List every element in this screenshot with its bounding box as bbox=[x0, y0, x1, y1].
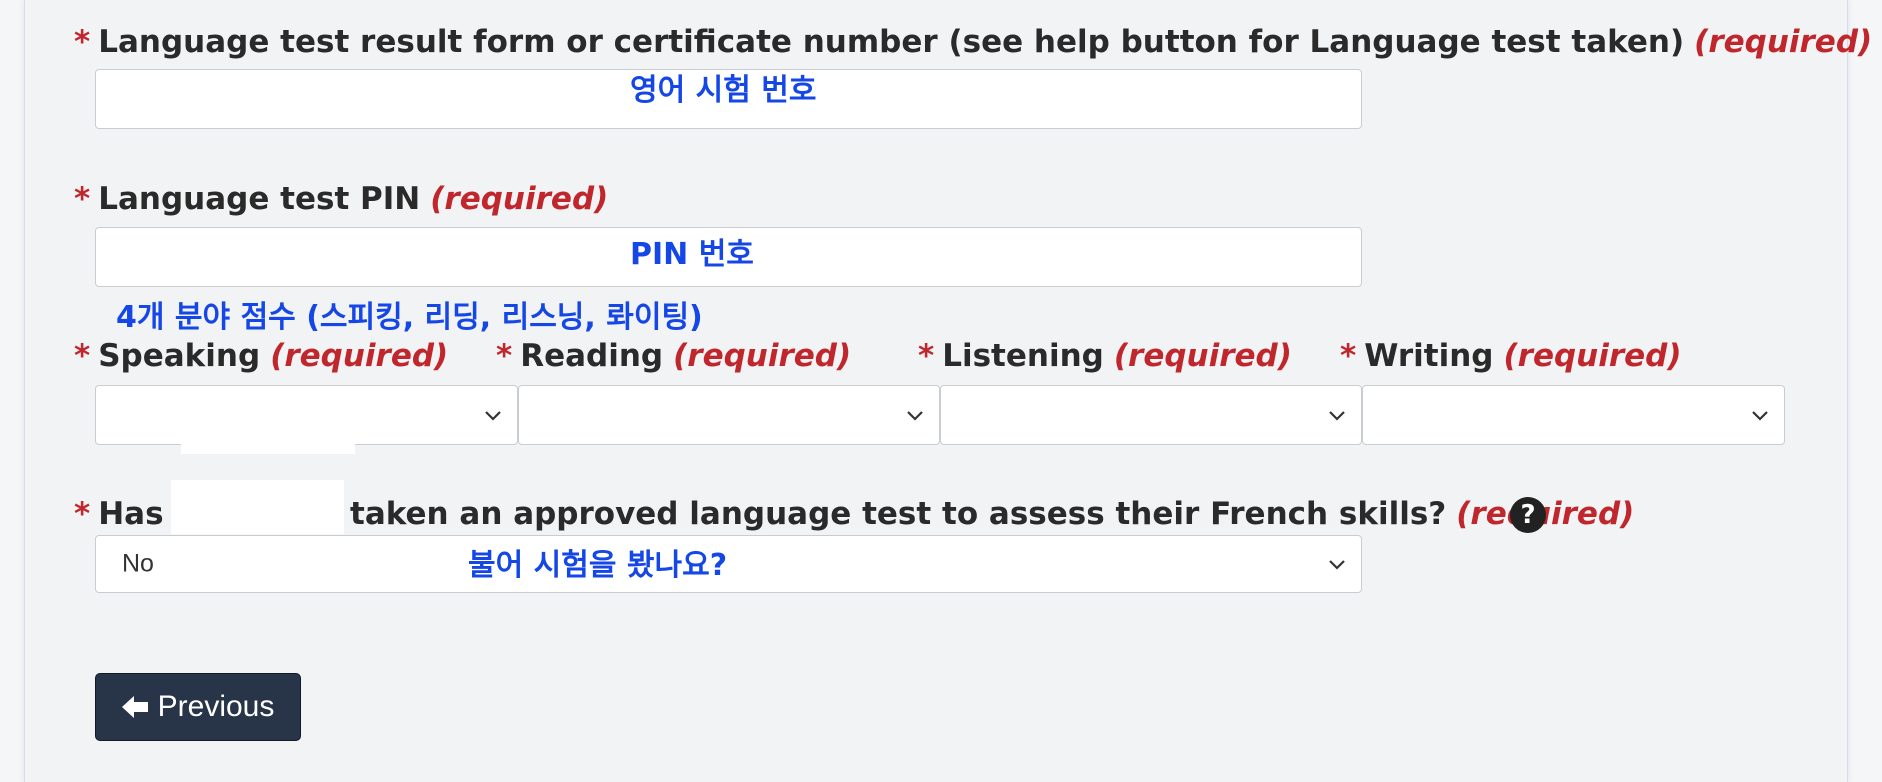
french-label-end: taken an approved language test to asses… bbox=[350, 496, 1447, 532]
required-star: * bbox=[496, 338, 513, 374]
required-marker: (required) bbox=[1113, 338, 1292, 374]
chevron-down-icon bbox=[907, 411, 923, 421]
speaking-label: * Speaking (required) bbox=[74, 341, 448, 372]
writing-select[interactable] bbox=[1362, 385, 1785, 445]
certificate-annotation: 영어 시험 번호 bbox=[630, 73, 817, 108]
french-test-annotation: 불어 시험을 봤나요? bbox=[468, 548, 728, 583]
required-marker: (required) bbox=[1694, 24, 1873, 60]
required-star: * bbox=[74, 496, 91, 532]
required-marker: (required) bbox=[1503, 338, 1682, 374]
pin-label: * Language test PIN (required) bbox=[74, 184, 608, 215]
redaction-block bbox=[181, 420, 355, 454]
previous-button[interactable]: Previous bbox=[95, 673, 301, 741]
required-star: * bbox=[74, 338, 91, 374]
chevron-down-icon bbox=[485, 411, 501, 421]
pin-annotation: PIN 번호 bbox=[630, 237, 754, 272]
previous-button-label: Previous bbox=[157, 690, 275, 723]
chevron-down-icon bbox=[1752, 411, 1768, 421]
french-test-label: * Has bbox=[74, 499, 164, 530]
reading-label-text: Reading bbox=[520, 338, 664, 374]
writing-label: * Writing (required) bbox=[1340, 341, 1682, 372]
reading-label: * Reading (required) bbox=[496, 341, 851, 372]
french-test-select[interactable]: No bbox=[95, 535, 1362, 593]
speaking-label-text: Speaking bbox=[98, 338, 261, 374]
certificate-label-text: Language test result form or certificate… bbox=[98, 24, 1685, 60]
certificate-label: * Language test result form or certificat… bbox=[74, 27, 1872, 58]
required-marker: (required) bbox=[430, 181, 609, 217]
writing-label-text: Writing bbox=[1364, 338, 1494, 374]
scores-annotation: 4개 분야 점수 (스피킹, 리딩, 리스닝, 롸이팅) bbox=[116, 300, 703, 335]
required-star: * bbox=[918, 338, 935, 374]
required-star: * bbox=[74, 181, 91, 217]
required-marker: (required) bbox=[270, 338, 449, 374]
arrow-left-icon bbox=[121, 696, 148, 718]
listening-select[interactable] bbox=[940, 385, 1362, 445]
reading-select[interactable] bbox=[518, 385, 940, 445]
required-star: * bbox=[1340, 338, 1357, 374]
help-icon[interactable]: ? bbox=[1510, 497, 1546, 533]
listening-label: * Listening (required) bbox=[918, 341, 1292, 372]
required-marker: (required) bbox=[673, 338, 852, 374]
required-star: * bbox=[74, 24, 91, 60]
french-test-label-end: taken an approved language test to asses… bbox=[350, 499, 1634, 530]
chevron-down-icon bbox=[1329, 560, 1345, 570]
french-label-start: Has bbox=[98, 496, 164, 532]
redaction-block bbox=[171, 480, 344, 534]
pin-label-text: Language test PIN bbox=[98, 181, 421, 217]
listening-label-text: Listening bbox=[942, 338, 1104, 374]
chevron-down-icon bbox=[1329, 411, 1345, 421]
french-test-select-value: No bbox=[122, 549, 154, 578]
